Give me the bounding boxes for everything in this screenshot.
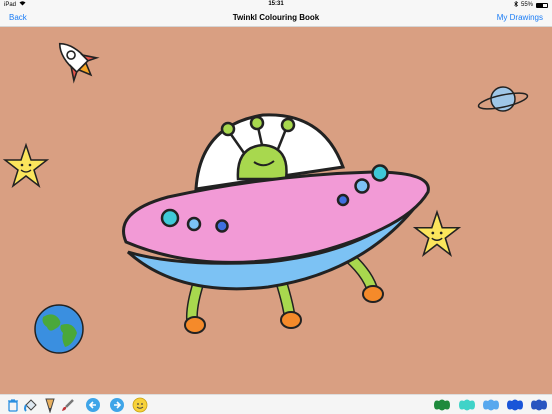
colouring-canvas[interactable]	[0, 27, 552, 394]
status-bar: iPad 15:31 55%	[0, 0, 552, 9]
bottom-toolbar	[0, 394, 552, 414]
sticker-icon[interactable]	[132, 397, 148, 413]
star-illustration	[2, 142, 50, 189]
pencil-icon[interactable]	[42, 397, 58, 413]
rocket-illustration	[58, 42, 100, 84]
battery-icon	[536, 2, 548, 8]
brush-icon[interactable]	[60, 397, 76, 413]
my-drawings-button[interactable]: My Drawings	[497, 13, 543, 22]
colour-swatch-light-blue[interactable]	[481, 398, 501, 412]
bluetooth-icon	[514, 0, 518, 9]
page-title: Twinkl Colouring Book	[232, 13, 320, 22]
navigation-bar: Back Twinkl Colouring Book My Drawings	[0, 9, 552, 27]
battery-percent: 55%	[520, 2, 533, 8]
status-time: 15:31	[268, 1, 284, 7]
fill-bucket-icon[interactable]	[23, 397, 39, 413]
colour-swatch-dark-green[interactable]	[432, 398, 452, 412]
redo-icon[interactable]	[109, 397, 125, 413]
earth-illustration	[34, 304, 84, 354]
trash-icon[interactable]	[5, 397, 21, 413]
status-right: 55%	[514, 0, 548, 9]
colour-swatch-teal[interactable]	[457, 398, 477, 412]
planet-illustration	[477, 86, 529, 112]
undo-icon[interactable]	[85, 397, 101, 413]
ufo-illustration	[122, 113, 430, 334]
colour-swatch-dark-blue[interactable]	[529, 398, 549, 412]
colour-swatch-blue[interactable]	[505, 398, 525, 412]
